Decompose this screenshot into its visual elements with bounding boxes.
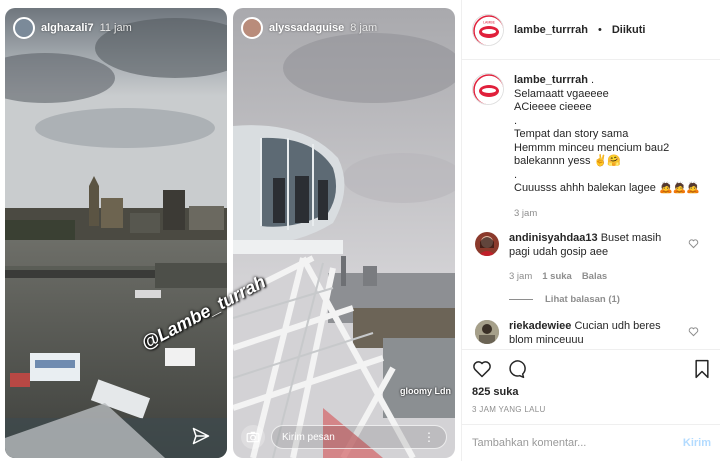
- comment-time[interactable]: 3 jam: [509, 270, 532, 284]
- comments-list[interactable]: lambe_turrrah . Selamaatt vgaeeee ACieee…: [462, 61, 720, 349]
- comment-item: andinisyahdaa13 Buset masih pagi udah go…: [472, 232, 711, 306]
- reply-button[interactable]: Balas: [582, 270, 607, 284]
- story-screenshot-right: alyssadaguise 8 jam gloomy Ldn Kirim pes…: [233, 8, 455, 458]
- story-reply-bar: Kirim pesan ⋮: [241, 424, 447, 450]
- post-comment-button[interactable]: Kirim: [683, 437, 711, 449]
- story-screenshot-left: alghazali7 11 jam: [5, 8, 227, 458]
- like-heart-icon[interactable]: [472, 359, 492, 379]
- caption: lambe_turrrah . Selamaatt vgaeeee ACieee…: [472, 73, 711, 220]
- svg-text:LAMBE: LAMBE: [483, 20, 496, 24]
- comment-username[interactable]: riekadewiee: [509, 320, 571, 332]
- post-header: LAMBE lambe_turrrah • Diikuti: [462, 0, 720, 60]
- replies-divider: [509, 298, 533, 300]
- post-side-panel: LAMBE lambe_turrrah • Diikuti lambe_turr…: [461, 0, 720, 461]
- story-time: 8 jam: [350, 22, 378, 34]
- likes-count[interactable]: 825 suka: [472, 386, 711, 398]
- story-avatar[interactable]: [241, 17, 263, 39]
- caption-username[interactable]: lambe_turrrah: [514, 74, 588, 86]
- caption-time[interactable]: 3 jam: [514, 207, 537, 221]
- comment-likes[interactable]: 1 suka: [542, 270, 572, 284]
- london-skyline-photo: [5, 8, 227, 458]
- bookmark-icon[interactable]: [693, 359, 711, 379]
- reply-placeholder: Kirim pesan: [282, 431, 335, 443]
- post-media: alghazali7 11 jam alyssadaguise 8 jam gl…: [0, 0, 461, 461]
- comment-avatar[interactable]: [475, 232, 499, 256]
- view-replies-label: Lihat balasan (1): [545, 293, 620, 305]
- story-overlay-text: gloomy Ldn: [400, 386, 451, 396]
- more-options-icon[interactable]: ⋮: [423, 430, 436, 444]
- story-username[interactable]: alghazali7: [41, 22, 94, 34]
- camera-icon[interactable]: [241, 425, 265, 449]
- comment-heart-icon[interactable]: [688, 326, 699, 337]
- comment-avatar[interactable]: [475, 320, 499, 344]
- caption-avatar[interactable]: [472, 73, 504, 105]
- post-actions: 825 suka 3 JAM YANG LALU: [462, 349, 720, 419]
- caption-line: Cuuusss ahhh balekan lagee 🙇🙇🙇: [514, 182, 701, 194]
- follow-status-button[interactable]: Diikuti: [612, 24, 646, 36]
- post-timestamp: 3 JAM YANG LALU: [472, 405, 546, 414]
- caption-dot: .: [591, 74, 595, 86]
- story-reply-input[interactable]: Kirim pesan ⋮: [271, 425, 447, 449]
- comment-heart-icon[interactable]: [688, 238, 699, 249]
- account-avatar[interactable]: LAMBE: [472, 13, 504, 46]
- view-replies-button[interactable]: Lihat balasan (1): [509, 293, 683, 307]
- caption-line: .: [514, 114, 518, 127]
- story-header: alyssadaguise 8 jam: [241, 17, 447, 39]
- header-separator: •: [597, 23, 602, 36]
- story-time: 11 jam: [99, 22, 132, 34]
- send-icon[interactable]: [191, 426, 211, 446]
- header-username[interactable]: lambe_turrrah: [514, 24, 588, 36]
- story-username[interactable]: alyssadaguise: [269, 22, 344, 34]
- comment-input[interactable]: Tambahkan komentar...: [472, 437, 683, 449]
- caption-line: Tempat dan story sama: [514, 128, 629, 140]
- add-comment-bar: Tambahkan komentar... Kirim: [462, 424, 720, 461]
- caption-line: ACieeee cieeee: [514, 101, 592, 113]
- caption-line: Selamaatt vgaeeee: [514, 87, 609, 100]
- comment-item: riekadewiee Cucian udh beres blom minceu…: [472, 320, 711, 347]
- story-header: alghazali7 11 jam: [13, 17, 219, 39]
- story-avatar[interactable]: [13, 17, 35, 39]
- comment-bubble-icon[interactable]: [506, 359, 526, 379]
- caption-line: .: [514, 168, 518, 181]
- comment-username[interactable]: andinisyahdaa13: [509, 232, 598, 244]
- caption-line: Hemmm minceu mencium bau2 balekannn yess…: [514, 141, 670, 168]
